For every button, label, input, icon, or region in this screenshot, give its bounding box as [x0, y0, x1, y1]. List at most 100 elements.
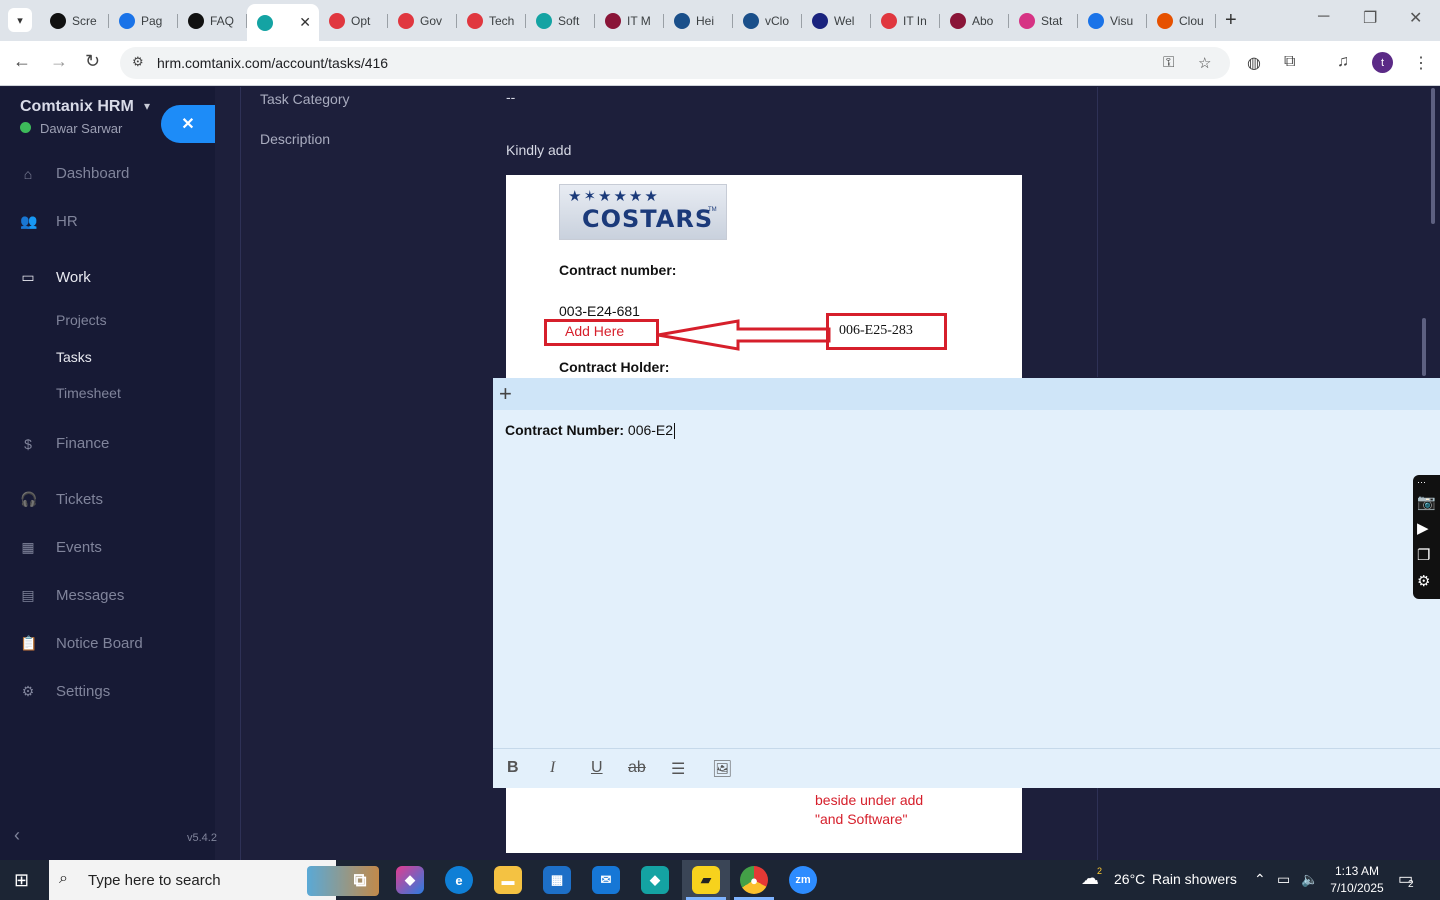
browser-tab[interactable]: vClo: [733, 6, 802, 35]
sidebar-subitem-timesheet[interactable]: Timesheet: [56, 385, 121, 401]
browser-tab[interactable]: Abo: [940, 6, 1009, 35]
weather-temp[interactable]: 26°C: [1114, 871, 1145, 887]
forward-icon[interactable]: →: [50, 51, 68, 72]
windows-start-icon[interactable]: ⊞: [14, 870, 29, 891]
chrome-menu-icon[interactable]: ⋮: [1413, 53, 1429, 73]
sidebar-subitem-tasks[interactable]: Tasks: [56, 349, 92, 365]
close-tab-icon[interactable]: ✕: [299, 14, 311, 31]
browser-tab-strip: ▾ Scre Pag FAQ ✕ Opt Gov Tech Soft IT M Hei vClo We…: [0, 0, 1440, 41]
password-key-icon[interactable]: ⚿: [1163, 54, 1174, 71]
browser-tab[interactable]: Opt: [319, 6, 388, 35]
sidebar-subitem-projects[interactable]: Projects: [56, 312, 107, 328]
sidebar-item-messages[interactable]: ▤ Messages: [20, 587, 124, 604]
close-sidebar-button[interactable]: ✕: [161, 105, 215, 143]
url-text[interactable]: hrm.comtanix.com/account/tasks/416: [157, 55, 388, 71]
browser-tab[interactable]: Clou: [1147, 6, 1216, 35]
window-capture-icon[interactable]: ❐: [1417, 546, 1430, 564]
tab-favicon-icon: [605, 12, 621, 29]
volume-icon[interactable]: 🔈: [1301, 871, 1318, 888]
weather-text[interactable]: Rain showers: [1152, 871, 1237, 887]
sidebar-item-finance[interactable]: $ Finance: [20, 435, 109, 452]
sidebar-item-settings[interactable]: ⚙ Settings: [20, 683, 110, 700]
browser-tab[interactable]: Tech: [457, 6, 526, 35]
image-icon[interactable]: 🖼: [712, 759, 732, 779]
task-view-icon[interactable]: ⧉: [346, 866, 374, 894]
comtanix-app-icon[interactable]: ◆: [641, 866, 669, 894]
italic-icon[interactable]: I: [550, 759, 555, 777]
tab-separator: [1215, 14, 1216, 28]
browser-tab[interactable]: Hei: [664, 6, 733, 35]
sidebar-item-hr[interactable]: 👥 HR: [20, 213, 78, 230]
sidebar-item-tickets[interactable]: 🎧 Tickets: [20, 491, 103, 508]
settings-gear-icon[interactable]: ⚙: [1417, 572, 1430, 590]
browser-tab[interactable]: Scre: [40, 6, 109, 35]
brand-name[interactable]: Comtanix HRM: [20, 98, 134, 116]
tab-favicon-icon: [329, 12, 345, 29]
browser-tab[interactable]: Soft: [526, 6, 595, 35]
minimize-icon[interactable]: ─: [1318, 8, 1329, 26]
camera-icon[interactable]: 📷: [1417, 493, 1436, 511]
taskbar-search-box[interactable]: ⌕ Type here to search: [49, 860, 379, 900]
add-note-icon[interactable]: +: [499, 381, 512, 407]
browser-tab[interactable]: Stat: [1009, 6, 1078, 35]
browser-tab[interactable]: Pag: [109, 6, 178, 35]
sticky-notes-icon[interactable]: ▰: [692, 866, 720, 894]
sidebar-item-events[interactable]: ▦ Events: [20, 539, 101, 556]
chevron-down-icon[interactable]: ▾: [144, 99, 150, 113]
tab-favicon-icon: [743, 12, 759, 29]
show-hidden-icons-icon[interactable]: ⌃: [1254, 871, 1266, 888]
user-name: Dawar Sarwar: [40, 121, 123, 136]
browser-tab[interactable]: IT In: [871, 6, 940, 35]
browser-tab[interactable]: ✕: [247, 4, 319, 41]
translate-icon[interactable]: ◍: [1247, 53, 1261, 73]
system-clock[interactable]: 1:13 AM 7/10/2025: [1328, 863, 1386, 897]
edge-icon[interactable]: e: [445, 866, 473, 894]
new-tab-button[interactable]: +: [1225, 9, 1237, 32]
more-options-icon[interactable]: ⋯: [1417, 477, 1426, 488]
media-control-icon[interactable]: ♫: [1337, 53, 1349, 71]
tab-favicon-icon: [398, 12, 414, 29]
tab-title: FAQ: [210, 13, 235, 28]
sidebar-item-label: Notice Board: [56, 635, 143, 652]
restore-icon[interactable]: ❐: [1363, 8, 1377, 28]
profile-avatar[interactable]: t: [1372, 52, 1393, 73]
bullet-list-icon[interactable]: ☰: [671, 759, 685, 779]
strikethrough-icon[interactable]: ab: [628, 759, 646, 777]
address-bar[interactable]: ⚙ hrm.comtanix.com/account/tasks/416 ⚿ ☆: [120, 47, 1230, 79]
site-info-icon[interactable]: ⚙: [132, 54, 144, 70]
sticky-note-header[interactable]: +: [493, 378, 1440, 410]
underline-icon[interactable]: U: [591, 759, 603, 777]
reload-icon[interactable]: ↻: [85, 51, 100, 72]
browser-tab[interactable]: IT M: [595, 6, 664, 35]
note-line-1: beside under add: [815, 792, 924, 808]
browser-tab[interactable]: Gov: [388, 6, 457, 35]
mail-icon[interactable]: ✉: [592, 866, 620, 894]
browser-tab[interactable]: FAQ: [178, 6, 247, 35]
browser-tab[interactable]: Wel: [802, 6, 871, 35]
browser-tab[interactable]: Visu: [1078, 6, 1147, 35]
sidebar-item-notice-board[interactable]: 📋 Notice Board: [20, 635, 143, 652]
sidebar-item-work[interactable]: ▭ Work: [20, 269, 90, 286]
scrollbar-thumb[interactable]: [1431, 88, 1435, 224]
chrome-icon[interactable]: ●: [740, 866, 768, 894]
calendar-icon: ▦: [21, 539, 35, 555]
store-icon[interactable]: ▦: [543, 866, 571, 894]
sidebar-item-label: Tickets: [56, 491, 103, 508]
collapse-sidebar-icon[interactable]: ‹: [14, 825, 20, 846]
close-window-icon[interactable]: ✕: [1409, 8, 1422, 28]
bold-icon[interactable]: B: [507, 759, 519, 777]
video-camera-icon[interactable]: ▶: [1417, 519, 1429, 537]
sticky-note-text-area[interactable]: Contract Number: 006-E2: [505, 422, 676, 440]
tab-favicon-icon: [1088, 12, 1104, 29]
tab-search-button[interactable]: ▾: [8, 8, 32, 32]
sidebar-item-dashboard[interactable]: ⌂ Dashboard: [20, 165, 130, 182]
inner-scrollbar-thumb[interactable]: [1422, 318, 1426, 376]
bookmark-star-icon[interactable]: ☆: [1198, 54, 1211, 72]
copilot-icon[interactable]: ◆: [396, 866, 424, 894]
network-icon[interactable]: ▭: [1277, 871, 1290, 888]
tab-title: Hei: [696, 13, 715, 28]
file-explorer-icon[interactable]: ▬: [494, 866, 522, 894]
zoom-icon[interactable]: zm: [789, 866, 817, 894]
extensions-icon[interactable]: ⧉: [1284, 53, 1295, 71]
back-icon[interactable]: ←: [13, 51, 31, 72]
